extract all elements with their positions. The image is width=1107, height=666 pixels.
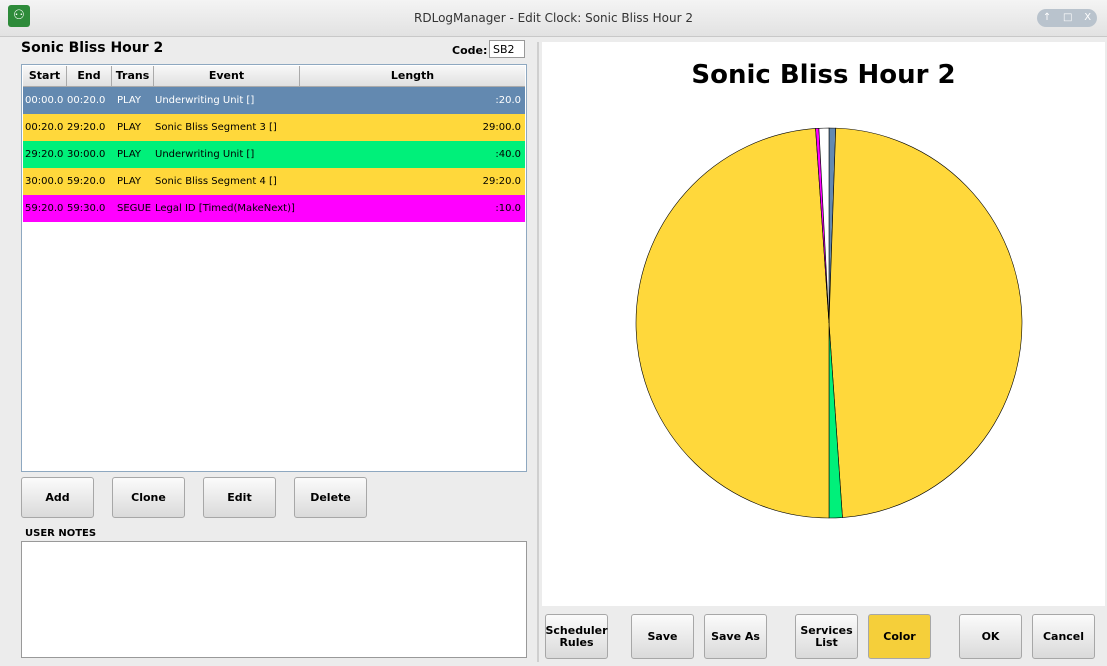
row-event: Sonic Bliss Segment 3 [] — [155, 122, 277, 133]
row-length: :10.0 — [495, 203, 521, 214]
table-row[interactable]: 29:20.0 30:00.0 PLAY Underwriting Unit [] :4… — [23, 141, 525, 168]
delete-button[interactable]: Delete — [294, 477, 367, 518]
color-button[interactable]: Color — [868, 614, 931, 659]
table-row[interactable]: 59:20.0 59:30.0 SEGUE Legal ID [Timed(MakeN… — [23, 195, 525, 222]
row-start: 30:00.0 — [25, 176, 64, 187]
row-length: :20.0 — [495, 95, 521, 106]
row-trans: PLAY — [117, 176, 142, 187]
col-event[interactable]: Event — [154, 66, 300, 86]
close-icon[interactable]: X — [1084, 13, 1091, 23]
title-bar: ⚇ RDLogManager - Edit Clock: Sonic Bliss… — [0, 0, 1107, 37]
row-event: Underwriting Unit [] — [155, 95, 255, 106]
row-end: 59:30.0 — [67, 203, 106, 214]
row-start: 59:20.0 — [25, 203, 64, 214]
pie-slice-3 — [635, 128, 830, 519]
row-trans: PLAY — [117, 149, 142, 160]
row-event: Sonic Bliss Segment 4 [] — [155, 176, 277, 187]
window-title: RDLogManager - Edit Clock: Sonic Bliss H… — [414, 11, 693, 25]
row-start: 00:00.0 — [25, 95, 64, 106]
col-start[interactable]: Start — [23, 66, 67, 86]
row-start: 00:20.0 — [25, 122, 64, 133]
table-row[interactable]: 00:20.0 29:20.0 PLAY Sonic Bliss Segment 3 … — [23, 114, 525, 141]
pie-slice-1 — [828, 127, 1023, 518]
scheduler-rules-button[interactable]: Scheduler Rules — [545, 614, 608, 659]
clock-chart-panel: Sonic Bliss Hour 2 — [542, 42, 1105, 606]
row-end: 00:20.0 — [67, 95, 106, 106]
restore-icon[interactable]: □ — [1063, 13, 1072, 23]
user-notes-field[interactable] — [21, 541, 527, 658]
row-end: 29:20.0 — [67, 122, 106, 133]
edit-button[interactable]: Edit — [203, 477, 276, 518]
panel-divider — [537, 42, 539, 662]
clone-button[interactable]: Clone — [112, 477, 185, 518]
add-button[interactable]: Add — [21, 477, 94, 518]
col-end[interactable]: End — [67, 66, 112, 86]
row-trans: SEGUE — [117, 203, 152, 214]
col-trans[interactable]: Trans — [112, 66, 154, 86]
maximize-arrow-icon[interactable]: ↑ — [1043, 13, 1051, 23]
table-header: Start End Trans Event Length — [23, 66, 525, 87]
code-label: Code: — [452, 44, 488, 57]
clock-name: Sonic Bliss Hour 2 — [21, 40, 164, 56]
row-trans: PLAY — [117, 95, 142, 106]
col-length[interactable]: Length — [300, 66, 525, 86]
row-event: Underwriting Unit [] — [155, 149, 255, 160]
row-event: Legal ID [Timed(MakeNext)] — [155, 203, 295, 214]
save-as-button[interactable]: Save As — [704, 614, 767, 659]
services-list-button[interactable]: Services List — [795, 614, 858, 659]
window-controls: ↑ □ X — [1037, 9, 1097, 27]
row-end: 30:00.0 — [67, 149, 106, 160]
table-row[interactable]: 00:00.0 00:20.0 PLAY Underwriting Unit [] :2… — [23, 87, 525, 114]
code-input[interactable] — [489, 40, 525, 58]
cancel-button[interactable]: Cancel — [1032, 614, 1095, 659]
user-notes-label: USER NOTES — [25, 528, 97, 539]
events-table[interactable]: Start End Trans Event Length 00:00.0 00:2… — [21, 64, 527, 472]
row-end: 59:20.0 — [67, 176, 106, 187]
clock-pie-chart — [635, 127, 1023, 519]
ok-button[interactable]: OK — [959, 614, 1022, 659]
row-trans: PLAY — [117, 122, 142, 133]
row-start: 29:20.0 — [25, 149, 64, 160]
row-length: 29:20.0 — [482, 176, 521, 187]
row-length: :40.0 — [495, 149, 521, 160]
table-row[interactable]: 30:00.0 59:20.0 PLAY Sonic Bliss Segment 4 … — [23, 168, 525, 195]
save-button[interactable]: Save — [631, 614, 694, 659]
row-length: 29:00.0 — [482, 122, 521, 133]
